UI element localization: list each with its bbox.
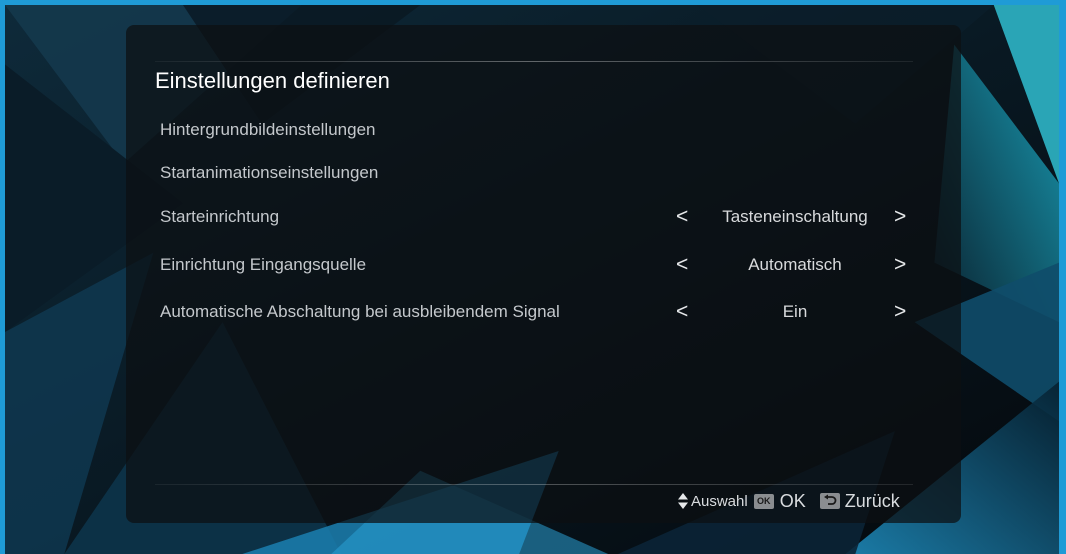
- page-title: Einstellungen definieren: [155, 68, 390, 93]
- menu-item-startup-animation-settings[interactable]: Startanimationseinstellungen: [160, 163, 378, 183]
- ok-hint-label: OK: [779, 490, 806, 511]
- input-source-value: Automatisch: [748, 255, 842, 274]
- tv-settings-screen: Einstellungen definieren Hintergrundbild…: [0, 0, 1066, 554]
- ok-key-icon: OK: [753, 493, 774, 509]
- menu-item-wallpaper-settings[interactable]: Hintergrundbildeinstellungen: [160, 120, 375, 140]
- footer-hints: Auswahl OK OK Zurück: [677, 489, 900, 513]
- chevron-left-icon[interactable]: <: [676, 206, 688, 227]
- menu-item-auto-power-off[interactable]: Automatische Abschaltung bei ausbleibend…: [160, 302, 560, 322]
- menu-item-startup-setup[interactable]: Starteinrichtung: [160, 207, 279, 227]
- chevron-right-icon[interactable]: >: [894, 301, 906, 322]
- chevron-left-icon[interactable]: <: [676, 254, 688, 275]
- chevron-right-icon[interactable]: >: [894, 206, 906, 227]
- back-hint-label: Zurück: [844, 490, 900, 511]
- chevron-left-icon[interactable]: <: [676, 301, 688, 322]
- back-key-icon: [819, 493, 840, 509]
- bottom-divider: [155, 484, 913, 485]
- return-arrow-icon: [823, 494, 837, 505]
- select-hint-label: Auswahl: [691, 492, 748, 510]
- auto-power-off-value: Ein: [782, 302, 808, 321]
- startup-setup-value: Tasteneinschaltung: [722, 207, 868, 226]
- up-down-icon: [678, 493, 688, 509]
- top-divider: [155, 61, 913, 62]
- chevron-right-icon[interactable]: >: [894, 254, 906, 275]
- menu-item-input-source-setup[interactable]: Einrichtung Eingangsquelle: [160, 255, 366, 275]
